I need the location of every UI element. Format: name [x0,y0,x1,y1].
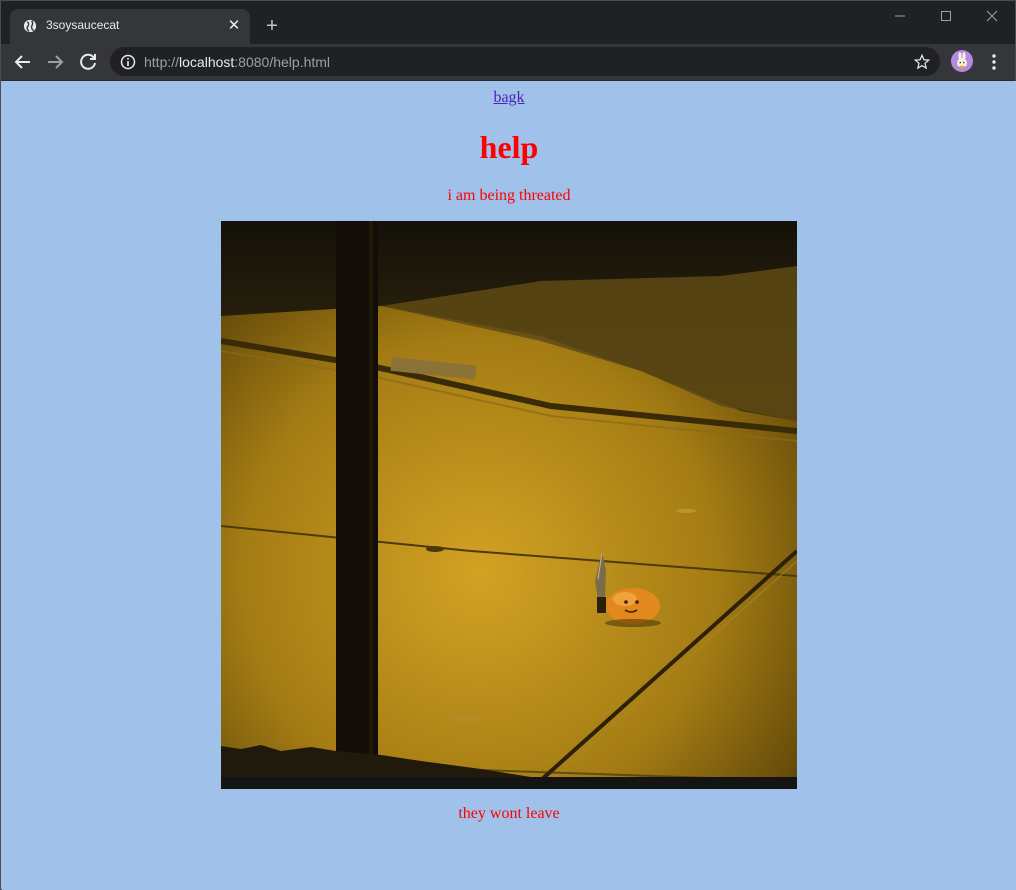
back-link[interactable]: bagk [493,89,524,106]
profile-bunny-icon [957,52,967,69]
reload-icon[interactable] [76,50,100,74]
url-text[interactable]: http://localhost:8080/help.html [144,54,330,70]
forward-arrow-icon[interactable] [43,50,67,74]
page-content: bagk help i am being threated they wont … [2,81,1016,890]
night-sidewalk-photo [221,221,797,789]
star-icon[interactable] [913,53,931,71]
tab-title: 3soysaucecat [46,18,120,32]
window-close-icon[interactable] [977,5,1007,27]
close-icon[interactable]: ✕ [226,18,242,34]
kebab-menu-icon[interactable] [986,51,1002,73]
subtitle-text: i am being threated [447,187,571,204]
url-path: :8080/help.html [234,54,331,70]
browser-window: 3soysaucecat ✕ + http://localhost:8080/h… [0,0,1016,890]
back-arrow-icon[interactable] [11,50,35,74]
info-icon[interactable] [120,54,136,70]
url-scheme: http:// [144,54,180,70]
back-link-container: bagk [2,89,1016,107]
tab-strip: 3soysaucecat ✕ + [1,1,1015,44]
address-bar[interactable]: http://localhost:8080/help.html [110,47,940,76]
url-host: localhost [179,54,235,70]
tab-active[interactable]: 3soysaucecat ✕ [10,9,250,44]
plus-icon[interactable]: + [262,16,282,36]
maximize-icon[interactable] [931,5,961,27]
caption-text: they wont leave [458,805,560,822]
avatar[interactable] [951,50,973,72]
minimize-icon[interactable] [885,5,915,27]
browser-toolbar: http://localhost:8080/help.html [1,44,1015,81]
globe-icon [23,19,37,33]
page-title: help [479,129,539,165]
